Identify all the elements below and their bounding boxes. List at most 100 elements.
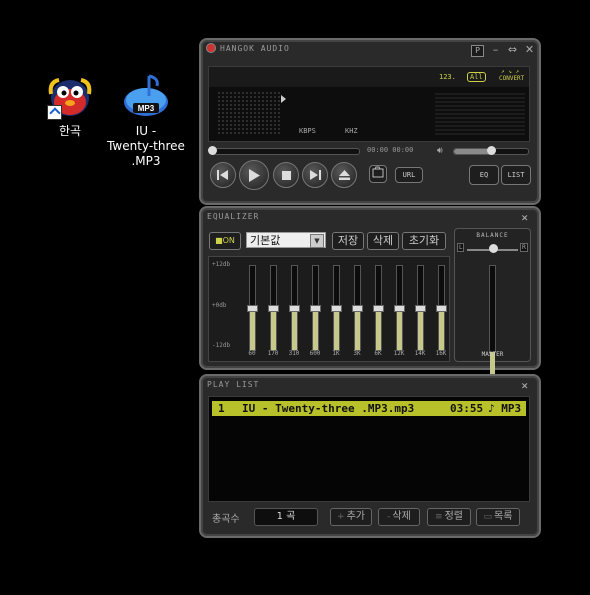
eq-band-slider-600[interactable]: [310, 265, 321, 351]
eq-band-slider-1K[interactable]: [331, 265, 342, 351]
playlist-title: PLAY LIST: [207, 380, 260, 389]
volume-handle[interactable]: [487, 146, 496, 155]
eq-band-fill: [418, 308, 423, 350]
eq-band-slider-12K[interactable]: [394, 265, 405, 351]
speaker-icon[interactable]: 🔊︎: [437, 146, 443, 156]
minus-icon: -: [387, 512, 391, 522]
playlist-footer: 총곡수 1 곡 + 추가 - 삭제 ≡ 정렬 ▭ 목록: [208, 508, 532, 526]
convert-arrows-icon: ↗ ↘ ↗: [501, 68, 520, 75]
eq-band-label: 14K: [414, 350, 426, 357]
eq-band-slider-310[interactable]: [289, 265, 300, 351]
delete-preset-button[interactable]: 삭제: [367, 232, 399, 250]
reset-eq-button[interactable]: 초기화: [402, 232, 446, 250]
eq-band-handle[interactable]: [331, 305, 342, 312]
stop-button[interactable]: [273, 162, 299, 188]
previous-icon: [217, 170, 228, 180]
folder-music-icon: [372, 166, 384, 178]
eq-band-handle[interactable]: [436, 305, 447, 312]
eq-band-handle[interactable]: [268, 305, 279, 312]
eq-band-fill: [271, 308, 276, 350]
mp3-file-icon: MP3: [121, 72, 171, 120]
eject-button[interactable]: [331, 162, 357, 188]
eq-band-handle[interactable]: [394, 305, 405, 312]
url-button[interactable]: URL: [395, 167, 423, 183]
play-button[interactable]: [239, 160, 269, 190]
seek-bar[interactable]: [208, 146, 360, 155]
eq-band-slider-170[interactable]: [268, 265, 279, 351]
khz-label: KHZ: [345, 127, 358, 135]
sort-button[interactable]: ≡ 정렬: [427, 508, 471, 526]
folder-icon: ▭: [483, 512, 493, 522]
preset-select[interactable]: 기본값 ▼: [246, 232, 326, 248]
player-window: HANGOK AUDIO P – ⇔ ✕ 123. All ↗ ↘ ↗ CONV…: [199, 38, 541, 205]
delete-track-button[interactable]: - 삭제: [378, 508, 420, 526]
list-button[interactable]: ▭ 목록: [476, 508, 520, 526]
play-icon: [249, 168, 260, 182]
eq-on-toggle[interactable]: ■ON: [209, 232, 241, 250]
close-button[interactable]: ✕: [524, 44, 535, 55]
eq-band-slider-3K[interactable]: [352, 265, 363, 351]
eq-band-slider-6K[interactable]: [373, 265, 384, 351]
player-title: HANGOK AUDIO: [220, 44, 290, 53]
eq-band-handle[interactable]: [247, 305, 258, 312]
window-controls: P – ⇔ ✕: [471, 44, 535, 57]
open-folder-button[interactable]: [369, 165, 387, 183]
track-number-badge[interactable]: 123.: [439, 73, 456, 81]
next-icon: [310, 170, 321, 180]
eq-band-slider-60[interactable]: [247, 265, 258, 351]
hangok-logo-icon: [207, 44, 215, 52]
previous-button[interactable]: [210, 162, 236, 188]
balance-handle[interactable]: [488, 244, 498, 253]
eq-band-label: 6K: [374, 350, 382, 357]
playlist-titlebar[interactable]: PLAY LIST ✕: [207, 380, 533, 394]
db-top-label: +12db: [212, 261, 231, 268]
eq-band-slider-16K[interactable]: [436, 265, 447, 351]
convert-button[interactable]: CONVERT: [499, 75, 524, 82]
track-name: IU - Twenty-three .MP3.mp3: [242, 402, 415, 415]
chevron-down-icon[interactable]: ▼: [310, 234, 324, 248]
master-volume-slider[interactable]: [489, 265, 496, 382]
eq-band-handle[interactable]: [352, 305, 363, 312]
volume-slider[interactable]: [453, 146, 529, 155]
desktop-icon-mp3-file[interactable]: MP3 IU - Twenty-three .MP3: [101, 72, 191, 169]
next-button[interactable]: [302, 162, 328, 188]
pin-button[interactable]: P: [471, 45, 484, 57]
list-toggle-button[interactable]: LIST: [501, 165, 531, 185]
eq-band-fill: [334, 308, 339, 350]
eject-icon: [338, 170, 350, 180]
seek-handle[interactable]: [208, 146, 217, 155]
sort-label: 정렬: [444, 511, 463, 522]
track-duration: 03:55: [450, 402, 484, 415]
equalizer-close-button[interactable]: ✕: [521, 212, 529, 224]
eq-band-fill: [250, 308, 255, 350]
minimize-button[interactable]: –: [490, 44, 501, 55]
list-label: 목록: [494, 511, 513, 522]
eq-band-label: 600: [309, 350, 321, 357]
sort-icon: ≡: [435, 512, 443, 522]
eq-toggle-button[interactable]: EQ: [469, 165, 499, 185]
play-state-icon: [281, 95, 286, 103]
equalizer-titlebar[interactable]: EQUALIZER ✕: [207, 212, 533, 226]
eq-band-handle[interactable]: [310, 305, 321, 312]
restore-button[interactable]: ⇔: [507, 44, 518, 55]
playlist-area[interactable]: 1 IU - Twenty-three .MP3.mp3 03:55 ♪ MP3: [208, 396, 530, 502]
add-track-button[interactable]: + 추가: [330, 508, 372, 526]
save-preset-button[interactable]: 저장: [332, 232, 364, 250]
eq-band-fill: [439, 308, 444, 350]
eq-band-handle[interactable]: [373, 305, 384, 312]
eq-band-label: 170: [267, 350, 279, 357]
eq-band-fill: [313, 308, 318, 350]
master-label: MASTER: [481, 351, 504, 358]
playlist-close-button[interactable]: ✕: [521, 380, 529, 392]
eq-band-label: 60: [248, 350, 256, 357]
mp3-badge-text: MP3: [138, 104, 155, 113]
eq-band-handle[interactable]: [289, 305, 300, 312]
track-type: ♪ MP3: [488, 402, 522, 415]
add-track-label: 추가: [346, 511, 365, 522]
balance-label: BALANCE: [476, 232, 509, 239]
eq-band-handle[interactable]: [415, 305, 426, 312]
repeat-mode-badge[interactable]: All: [467, 72, 486, 82]
eq-band-slider-14K[interactable]: [415, 265, 426, 351]
eq-band-label: 1K: [332, 350, 340, 357]
playlist-row[interactable]: 1 IU - Twenty-three .MP3.mp3 03:55 ♪ MP3: [212, 401, 526, 416]
